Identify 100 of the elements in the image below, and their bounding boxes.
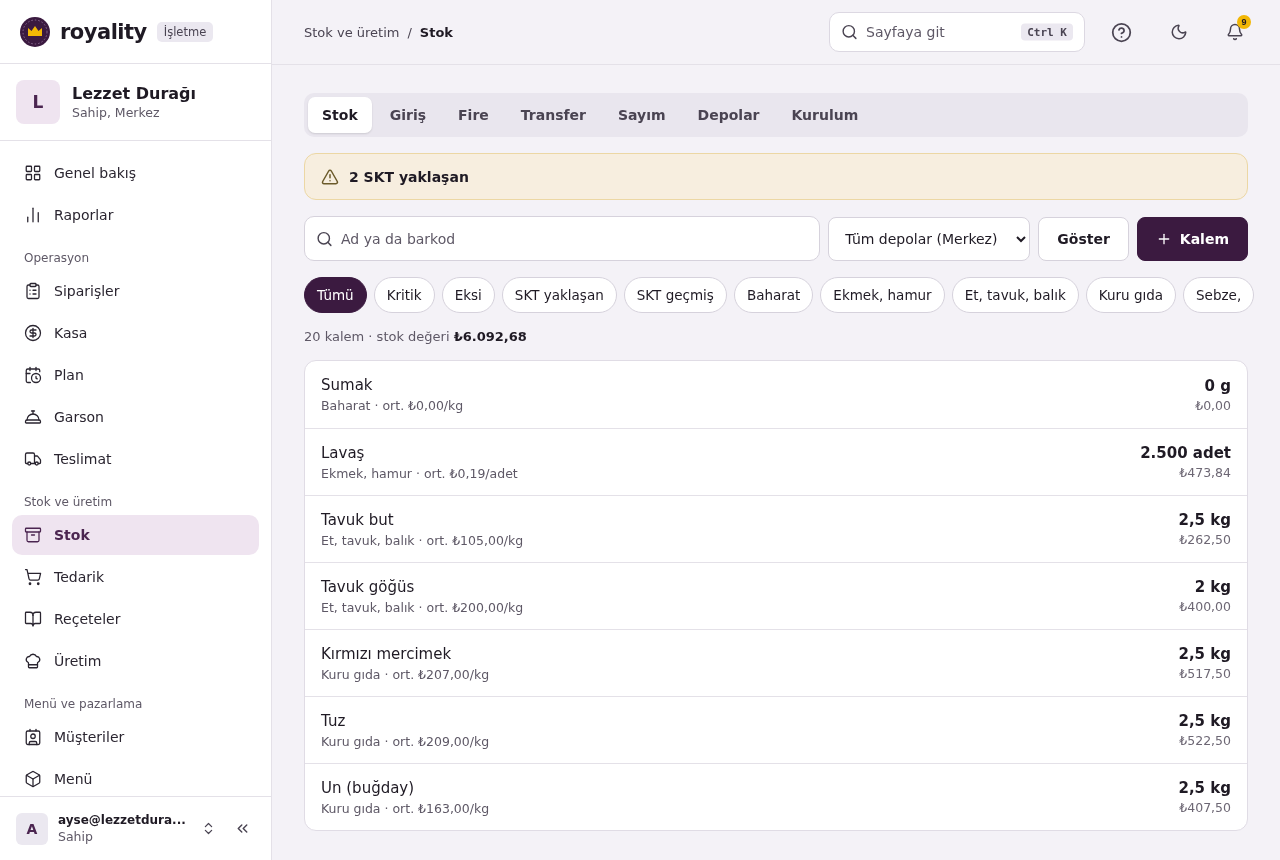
filter-chip[interactable]: Eksi: [441, 277, 495, 313]
brand-name: royality: [60, 19, 147, 44]
cart-icon: [24, 568, 42, 586]
nav-item[interactable]: Reçeteler: [12, 599, 259, 639]
business-avatar: L: [16, 80, 60, 124]
clipboard-icon: [24, 282, 42, 300]
chef-hat-icon: [24, 652, 42, 670]
help-icon: [1111, 21, 1132, 43]
filter-chip[interactable]: Kritik: [373, 277, 435, 313]
bell-icon: [1226, 23, 1244, 41]
item-detail: Kuru gıda · ort. ₺207,00/kg: [321, 666, 490, 682]
nav-item[interactable]: Teslimat: [12, 439, 259, 479]
item-quantity: 2.500 adet: [1140, 444, 1231, 462]
breadcrumb-item[interactable]: Stok ve üretim: [304, 24, 400, 40]
item-name: Lavaş: [321, 443, 366, 462]
nav-section-heading: Operasyon: [23, 250, 91, 267]
tab[interactable]: Depolar: [683, 97, 774, 133]
business-name: Lezzet Durağı: [72, 84, 197, 103]
stock-summary: 20 kalem · stok değeri ₺6.092,68: [304, 329, 528, 344]
item-search-field[interactable]: Ad ya da barkod: [304, 216, 821, 261]
user-role: Sahip: [58, 829, 94, 844]
breadcrumb-item: Stok: [419, 24, 453, 40]
item-value: ₺400,00: [1179, 599, 1231, 614]
item-name: Sumak: [321, 376, 374, 394]
nav-item[interactable]: Üretim: [12, 641, 259, 681]
filter-chip[interactable]: Sebze,: [1183, 277, 1255, 313]
filter-chip[interactable]: Baharat: [733, 277, 814, 313]
item-quantity: 2 kg: [1194, 578, 1231, 596]
nav-item[interactable]: Raporlar: [12, 195, 259, 235]
user-avatar: A: [16, 812, 48, 845]
breadcrumb-separator: /: [407, 24, 412, 40]
item-detail: Baharat · ort. ₺0,00/kg: [321, 398, 464, 413]
tab[interactable]: Transfer: [506, 97, 600, 133]
filter-chip[interactable]: Tümü: [304, 277, 367, 313]
item-detail: Kuru gıda · ort. ₺209,00/kg: [321, 733, 490, 749]
item-quantity: 2,5 kg: [1178, 712, 1231, 730]
item-quantity: 2,5 kg: [1178, 645, 1231, 663]
item-name: Tavuk but: [321, 510, 395, 529]
search-icon: [841, 23, 858, 41]
nav-item[interactable]: Müşteriler: [12, 717, 259, 757]
calendar-clock-icon: [24, 366, 42, 384]
dollar-icon: [24, 324, 42, 342]
business-role: Sahip, Merkez: [72, 105, 161, 120]
item-value: ₺407,50: [1179, 800, 1231, 815]
filter-chip[interactable]: Et, tavuk, balık: [951, 277, 1079, 313]
crown-logo-icon: [20, 16, 50, 47]
item-value: ₺517,50: [1179, 666, 1231, 681]
nav-item[interactable]: Stok: [12, 515, 259, 555]
item-detail: Et, tavuk, balık · ort. ₺105,00/kg: [321, 532, 524, 548]
item-quantity: 2,5 kg: [1178, 511, 1231, 529]
nav-item[interactable]: Menü: [12, 759, 259, 796]
tab[interactable]: Giriş: [375, 97, 441, 133]
filter-chip[interactable]: Ekmek, hamur: [820, 277, 945, 313]
search-icon: [316, 230, 333, 247]
nav-item[interactable]: Siparişler: [12, 271, 259, 311]
filter-chip[interactable]: Kuru gıda: [1085, 277, 1177, 313]
item-value: ₺473,84: [1179, 465, 1231, 480]
notification-count: 9: [1237, 15, 1251, 29]
nav-section-heading: Stok ve üretim: [23, 494, 114, 511]
item-quantity: 2,5 kg: [1178, 779, 1231, 797]
contact-card-icon: [24, 728, 42, 746]
nav-item[interactable]: Kasa: [12, 313, 259, 353]
item-detail: Et, tavuk, balık · ort. ₺200,00/kg: [321, 599, 524, 615]
add-item-button[interactable]: Kalem: [1136, 216, 1248, 261]
tab[interactable]: Stok: [308, 97, 372, 133]
box-icon: [24, 770, 42, 788]
shortcut-hint: Ctrl K: [1021, 23, 1073, 41]
archive-icon: [24, 526, 42, 544]
truck-icon: [24, 450, 42, 468]
item-detail: Kuru gıda · ort. ₺163,00/kg: [321, 800, 490, 816]
nav-item[interactable]: Tedarik: [12, 557, 259, 597]
nav-item[interactable]: Plan: [12, 355, 259, 395]
item-name: Tuz: [321, 711, 347, 730]
warehouse-select[interactable]: Tüm depolar (Merkez): [828, 216, 1031, 261]
item-name: Kırmızı mercimek: [321, 644, 453, 663]
nav-item[interactable]: Genel bakış: [12, 153, 259, 193]
bar-chart-icon: [24, 206, 42, 224]
nav-item[interactable]: Garson: [12, 397, 259, 437]
tab[interactable]: Fire: [444, 97, 503, 133]
warning-icon: [321, 167, 339, 186]
nav-section-heading: Menü ve pazarlama: [23, 696, 144, 713]
tab[interactable]: Sayım: [603, 97, 680, 133]
show-button[interactable]: Göster: [1038, 216, 1129, 261]
moon-icon: [1170, 23, 1188, 41]
item-quantity: 0 g: [1204, 376, 1231, 395]
filter-chip[interactable]: SKT yaklaşan: [501, 277, 617, 313]
alert-text: 2 SKT yaklaşan: [349, 168, 469, 185]
item-value: ₺0,00: [1195, 397, 1231, 413]
plan-badge: İşletme: [156, 21, 214, 42]
user-email: ayse@lezzetdura...: [58, 813, 187, 827]
item-name: Un (buğday): [321, 778, 416, 797]
filter-chip[interactable]: SKT geçmiş: [623, 277, 727, 313]
tab[interactable]: Kurulum: [777, 97, 873, 133]
item-value: ₺522,50: [1179, 733, 1231, 748]
book-icon: [24, 610, 42, 628]
item-value: ₺262,50: [1179, 532, 1231, 547]
service-bell-icon: [24, 408, 42, 426]
grid-icon: [24, 164, 42, 182]
item-detail: Ekmek, hamur · ort. ₺0,19/adet: [321, 465, 518, 481]
item-name: Tavuk göğüs: [321, 577, 416, 596]
